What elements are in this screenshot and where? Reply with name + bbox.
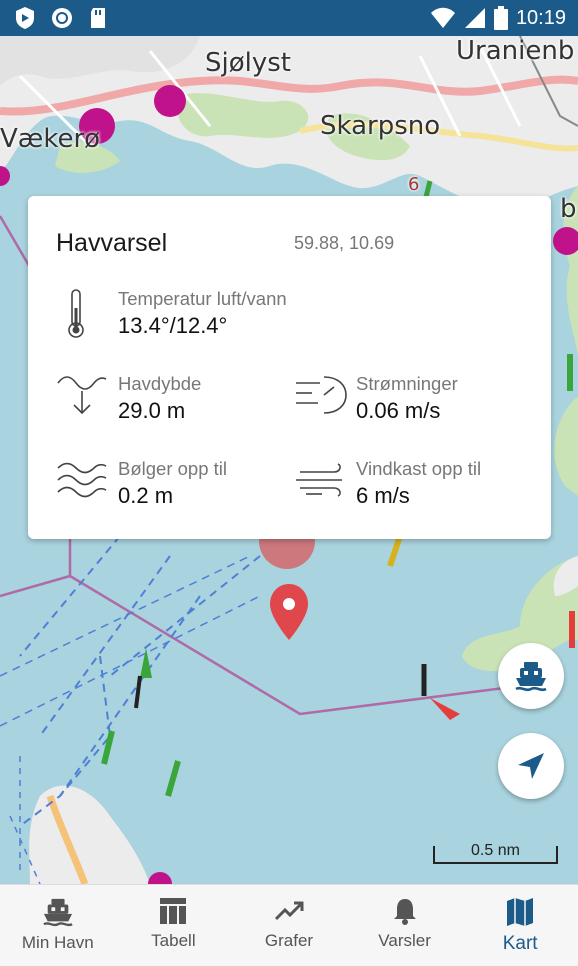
nav-item-tabell[interactable]: Tabell: [116, 885, 232, 966]
current-icon: [296, 376, 347, 414]
record-icon: [52, 8, 72, 28]
metric-waves: Bølger opp til 0.2 m: [56, 458, 286, 514]
nav-label: Min Havn: [21, 933, 94, 952]
shield-icon: [16, 7, 34, 29]
place-label-vakero: Vækerø: [0, 124, 101, 154]
map-icon: [507, 898, 534, 926]
waves-value: 0.2 m: [118, 483, 174, 508]
gust-value: 6 m/s: [356, 483, 410, 508]
table-icon: [160, 898, 187, 924]
place-label-uranienborg: Uranienb: [456, 36, 575, 66]
map-scale: 0.5 nm: [433, 842, 558, 864]
place-label-road-number: 6: [408, 174, 420, 195]
scale-label: 0.5 nm: [471, 842, 520, 859]
metric-gust: Vindkast opp til 6 m/s: [294, 458, 534, 514]
navigation-arrow-icon: [518, 753, 544, 779]
temperature-value: 13.4°/12.4°: [118, 313, 228, 338]
nav-item-kart[interactable]: Kart: [462, 885, 578, 966]
my-location-button[interactable]: [498, 733, 564, 799]
battery-icon: [493, 6, 508, 30]
temperature-label: Temperatur luft/vann: [118, 288, 287, 309]
depth-value: 29.0 m: [118, 398, 186, 423]
nav-label: Tabell: [151, 931, 196, 950]
bell-icon: [393, 899, 416, 925]
trend-icon: [274, 901, 304, 921]
thermometer-icon: [68, 289, 84, 338]
place-label-sjolyst: Sjølyst: [205, 48, 291, 78]
current-label: Strømninger: [356, 373, 458, 394]
ferry-icon: [515, 662, 547, 692]
wifi-icon: [430, 7, 455, 28]
depth-label: Havdybde: [118, 373, 202, 394]
depth-icon: [57, 376, 107, 415]
waves-label: Bølger opp til: [118, 458, 227, 479]
card-title: Havvarsel: [56, 229, 168, 257]
metric-temperature: Temperatur luft/vann 13.4°/12.4°: [56, 288, 396, 344]
card-coordinates: 59.88, 10.69: [294, 233, 395, 253]
wind-icon: [296, 463, 342, 497]
metric-current: Strømninger 0.06 m/s: [294, 373, 534, 429]
metric-depth: Havdybde 29.0 m: [56, 373, 286, 429]
sd-card-icon: [91, 8, 105, 28]
forecast-card[interactable]: Havvarsel 59.88, 10.69 Temperatur luft/v…: [28, 196, 551, 539]
signal-icon: [464, 8, 485, 28]
status-bar: 10:19: [0, 0, 578, 36]
bottom-navigation: Min Havn Tabell Grafer Varsler Kart: [0, 884, 578, 966]
ferry-fab-button[interactable]: [498, 643, 564, 709]
nav-item-grafer[interactable]: Grafer: [231, 885, 347, 966]
place-label-edge: b: [560, 194, 577, 224]
nav-label: Grafer: [264, 931, 314, 950]
current-value: 0.06 m/s: [356, 398, 441, 423]
nav-label: Varsler: [378, 931, 431, 950]
clock: 10:19: [515, 6, 566, 29]
nav-item-min-havn[interactable]: Min Havn: [0, 885, 116, 966]
nav-item-varsler[interactable]: Varsler: [347, 885, 463, 966]
place-label-skarpsno: Skarpsno: [320, 111, 441, 141]
waves-icon: [57, 462, 107, 498]
ferry-icon: [43, 898, 73, 927]
gust-label: Vindkast opp til: [356, 458, 482, 479]
nav-label: Kart: [502, 933, 538, 954]
